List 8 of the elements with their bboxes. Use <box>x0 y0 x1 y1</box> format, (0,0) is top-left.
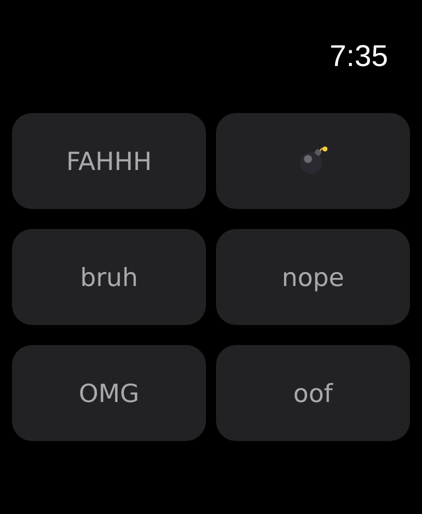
sound-button[interactable] <box>216 113 410 209</box>
sound-button[interactable]: oof <box>216 345 410 441</box>
bomb-icon <box>298 146 328 176</box>
sound-button[interactable]: nope <box>216 229 410 325</box>
clock-time: 7:35 <box>330 40 388 74</box>
sound-button[interactable]: bruh <box>12 229 206 325</box>
sound-button[interactable]: FAHHH <box>12 113 206 209</box>
sound-button[interactable]: OMG <box>12 345 206 441</box>
